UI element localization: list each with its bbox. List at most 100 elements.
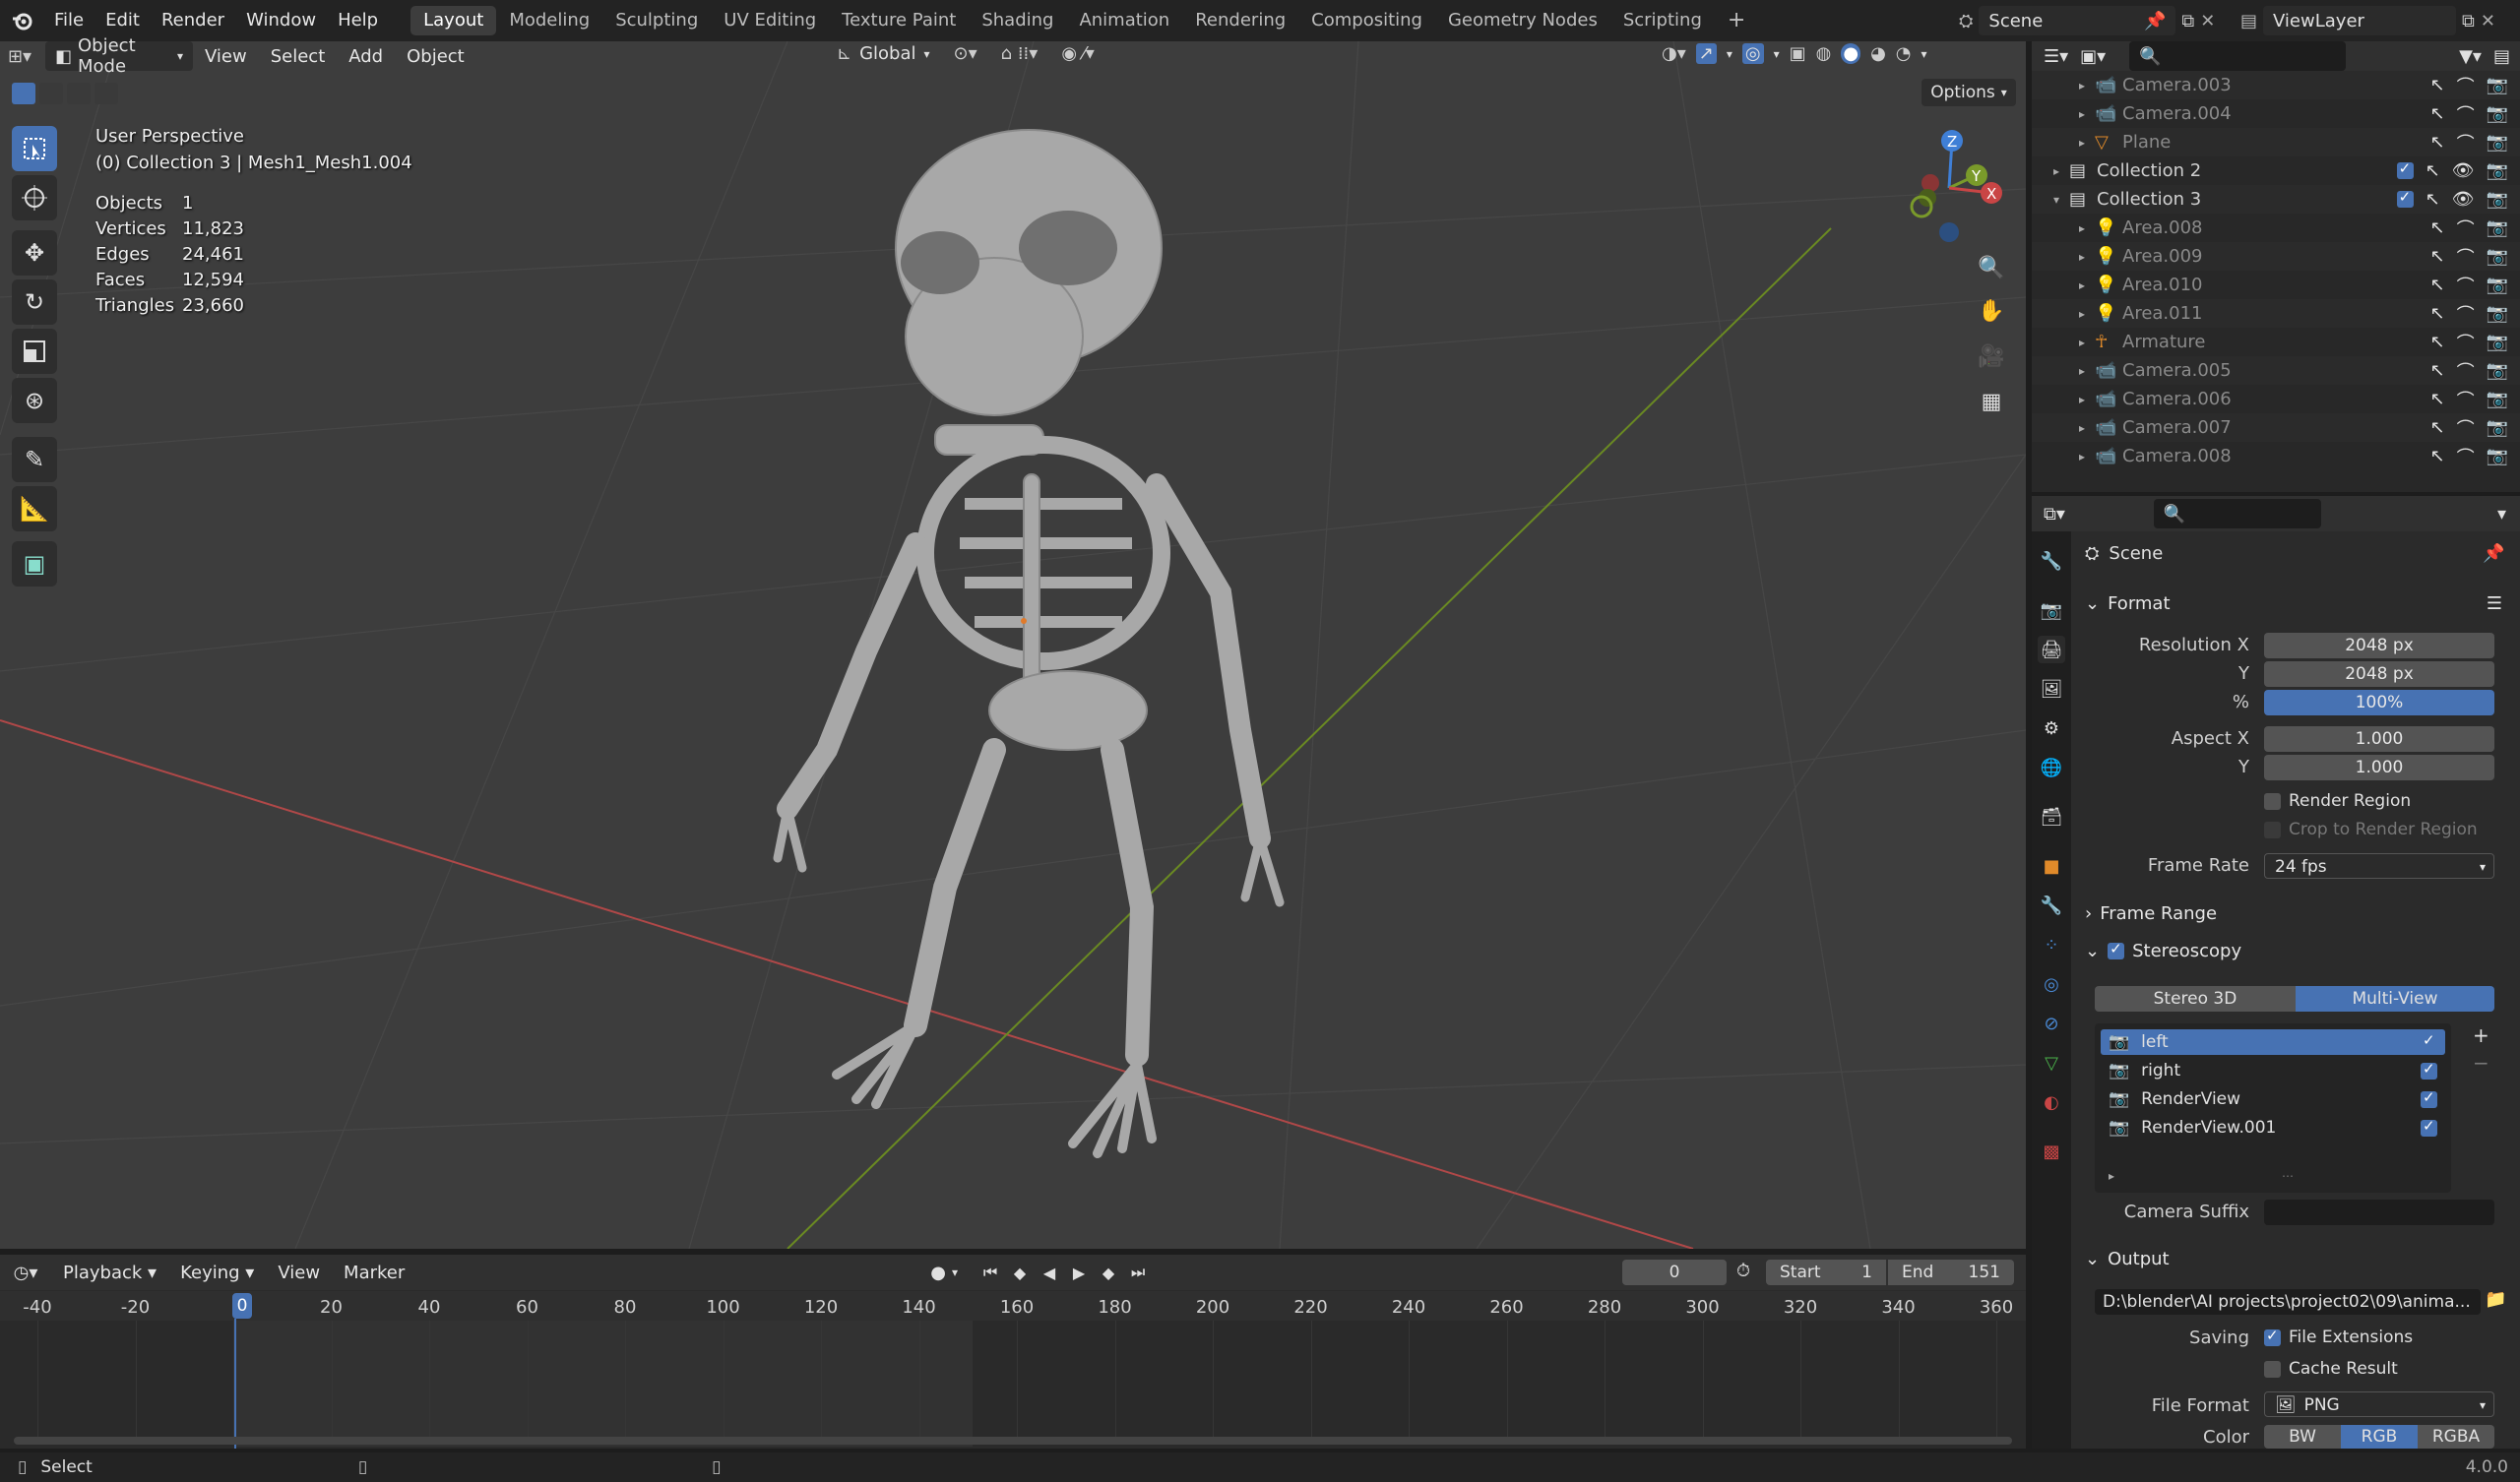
scene-tab-icon[interactable]: ⚙	[2038, 714, 2065, 742]
tab-uv-editing[interactable]: UV Editing	[711, 6, 829, 35]
select-arrow-icon[interactable]: ↖	[2429, 75, 2444, 95]
transform-orientation-dropdown[interactable]: Global	[859, 43, 915, 64]
constraints-tab-icon[interactable]: ⊘	[2038, 1010, 2065, 1037]
hide-eye-icon[interactable]: ⌒	[2457, 216, 2475, 241]
select-arrow-icon[interactable]: ↖	[2429, 332, 2444, 352]
scene-field[interactable]: Scene 📌	[1979, 6, 2176, 35]
expand-filter-icon[interactable]: ▸	[2109, 1169, 2114, 1183]
res-y-field[interactable]: 2048 px	[2264, 661, 2494, 687]
select-arrow-icon[interactable]: ↖	[2429, 446, 2444, 466]
exclude-checkbox[interactable]	[2396, 188, 2414, 208]
outliner-row[interactable]: ▸ ▤ Collection 2 ↖ 👁 📷	[2032, 156, 2520, 185]
menu-object[interactable]: Object	[395, 46, 476, 67]
annotate-tool[interactable]: ✎	[12, 437, 57, 482]
delete-scene-icon[interactable]: ✕	[2200, 11, 2215, 31]
render-tab-icon[interactable]: 📷	[2038, 596, 2065, 624]
expand-arrow-icon[interactable]: ▸	[2079, 136, 2085, 150]
tab-compositing[interactable]: Compositing	[1298, 6, 1435, 35]
select-arrow-icon[interactable]: ↖	[2426, 189, 2440, 210]
ortho-toggle-icon[interactable]: ▦	[1974, 384, 2009, 419]
select-arrow-icon[interactable]: ↖	[2429, 360, 2444, 381]
render-camera-icon[interactable]: 📷	[2487, 303, 2508, 324]
aspect-x-field[interactable]: 1.000	[2264, 726, 2494, 752]
expand-arrow-icon[interactable]: ▾	[2053, 193, 2059, 207]
visibility-icon[interactable]: ◑▾	[1662, 43, 1686, 64]
outliner-row[interactable]: ▸ 📹 Camera.005 ↖ ⌒ 📷	[2032, 356, 2520, 385]
outliner-row[interactable]: ▸ 💡 Area.011 ↖ ⌒ 📷	[2032, 299, 2520, 328]
select-new-icon[interactable]	[12, 83, 35, 104]
collection-tab-icon[interactable]: 🗃	[2038, 803, 2065, 831]
outliner-row[interactable]: ▸ 📹 Camera.008 ↖ ⌒ 📷	[2032, 442, 2520, 470]
output-panel-header[interactable]: ⌄ Output	[2085, 1242, 2502, 1275]
play-reverse-icon[interactable]: ◀	[1037, 1260, 1062, 1285]
jump-start-icon[interactable]: ⏮	[977, 1260, 1003, 1285]
tab-texture-paint[interactable]: Texture Paint	[829, 6, 969, 35]
select-arrow-icon[interactable]: ↖	[2429, 132, 2444, 153]
menu-timeline-view[interactable]: View	[266, 1263, 332, 1283]
expand-arrow-icon[interactable]: ▸	[2079, 221, 2085, 235]
render-region-checkbox[interactable]: Render Region	[2264, 791, 2411, 811]
select-intersect-icon[interactable]	[94, 83, 118, 104]
tab-scripting[interactable]: Scripting	[1610, 6, 1715, 35]
view-enabled-checkbox[interactable]	[2421, 1117, 2437, 1137]
presets-icon[interactable]: ☰	[2487, 593, 2502, 614]
tab-sculpting[interactable]: Sculpting	[602, 6, 711, 35]
current-frame-field[interactable]: 0	[1622, 1260, 1727, 1285]
select-arrow-icon[interactable]: ↖	[2429, 389, 2444, 409]
outliner-search-input[interactable]: 🔍	[2129, 41, 2347, 71]
tab-shading[interactable]: Shading	[969, 6, 1066, 35]
render-camera-icon[interactable]: 📷	[2487, 332, 2508, 352]
render-camera-icon[interactable]: 📷	[2487, 75, 2508, 95]
rotate-tool[interactable]: ↻	[12, 279, 57, 325]
rendered-shading-icon[interactable]: ◔	[1896, 43, 1912, 64]
render-camera-icon[interactable]: 📷	[2487, 389, 2508, 409]
xray-icon[interactable]: ▣	[1790, 43, 1806, 64]
hide-eye-icon[interactable]: ⌒	[2457, 330, 2475, 355]
select-arrow-icon[interactable]: ↖	[2429, 246, 2444, 267]
hide-eye-icon[interactable]: 👁	[2452, 160, 2475, 181]
view-list-item[interactable]: 📷 right	[2101, 1058, 2445, 1083]
view-layer-icon[interactable]: ▤	[2240, 11, 2257, 31]
outliner-row[interactable]: ▸ 📹 Camera.003 ↖ ⌒ 📷	[2032, 71, 2520, 99]
hide-eye-icon[interactable]: ⌒	[2457, 387, 2475, 412]
menu-window[interactable]: Window	[235, 0, 327, 41]
aspect-y-field[interactable]: 1.000	[2264, 755, 2494, 780]
expand-arrow-icon[interactable]: ▸	[2079, 393, 2085, 406]
mode-dropdown[interactable]: ◧ Object Mode ▾	[45, 35, 193, 77]
res-pct-field[interactable]: 100%	[2264, 690, 2494, 715]
hide-eye-icon[interactable]: ⌒	[2457, 415, 2475, 441]
output-path-input[interactable]: D:\blender\AI projects\project02\09\anim…	[2095, 1289, 2481, 1315]
particles-tab-icon[interactable]: ⁘	[2038, 931, 2065, 958]
camera-view-icon[interactable]: 🎥	[1974, 339, 2009, 374]
view-enabled-checkbox[interactable]	[2421, 1088, 2437, 1108]
outliner-row[interactable]: ▸ 📹 Camera.006 ↖ ⌒ 📷	[2032, 385, 2520, 413]
scale-tool[interactable]	[12, 329, 57, 374]
frame-range-panel-header[interactable]: › Frame Range	[2085, 896, 2502, 930]
outliner-row[interactable]: ▸ 💡 Area.009 ↖ ⌒ 📷	[2032, 242, 2520, 271]
add-workspace-button[interactable]: +	[1715, 6, 1758, 35]
tab-geometry-nodes[interactable]: Geometry Nodes	[1435, 6, 1610, 35]
texture-tab-icon[interactable]: ▩	[2038, 1138, 2065, 1165]
tab-animation[interactable]: Animation	[1066, 6, 1182, 35]
expand-arrow-icon[interactable]: ▸	[2079, 421, 2085, 435]
color-rgb-button[interactable]: RGB	[2341, 1425, 2418, 1449]
hide-eye-icon[interactable]: ⌒	[2457, 244, 2475, 270]
pivot-icon[interactable]: ⊙▾	[954, 43, 977, 64]
data-tab-icon[interactable]: ▽	[2038, 1049, 2065, 1077]
filter-icon[interactable]: ▼▾	[2459, 46, 2482, 67]
jump-keyframe-forward-icon[interactable]: ◆	[1096, 1260, 1121, 1285]
start-frame-field[interactable]: Start 1	[1766, 1260, 1886, 1285]
outliner-editor-icon[interactable]: ☰▾	[2044, 46, 2068, 67]
file-format-dropdown[interactable]: 🖼 PNG ▾	[2264, 1391, 2494, 1417]
outliner-row[interactable]: ▸ ☥ Armature ↖ ⌒ 📷	[2032, 328, 2520, 356]
menu-view[interactable]: View	[193, 46, 259, 67]
hide-eye-icon[interactable]: ⌒	[2457, 130, 2475, 155]
proportional-edit-icon[interactable]: ◉ ⁄▾	[1061, 43, 1094, 64]
play-icon[interactable]: ▶	[1066, 1260, 1092, 1285]
menu-playback[interactable]: Playback ▾	[51, 1263, 168, 1283]
format-panel-header[interactable]: ⌄ Format ☰	[2085, 587, 2502, 620]
view-layer-field[interactable]: ViewLayer	[2263, 6, 2457, 35]
expand-arrow-icon[interactable]: ▸	[2079, 364, 2085, 378]
render-camera-icon[interactable]: 📷	[2487, 275, 2508, 295]
render-camera-icon[interactable]: 📷	[2487, 132, 2508, 153]
